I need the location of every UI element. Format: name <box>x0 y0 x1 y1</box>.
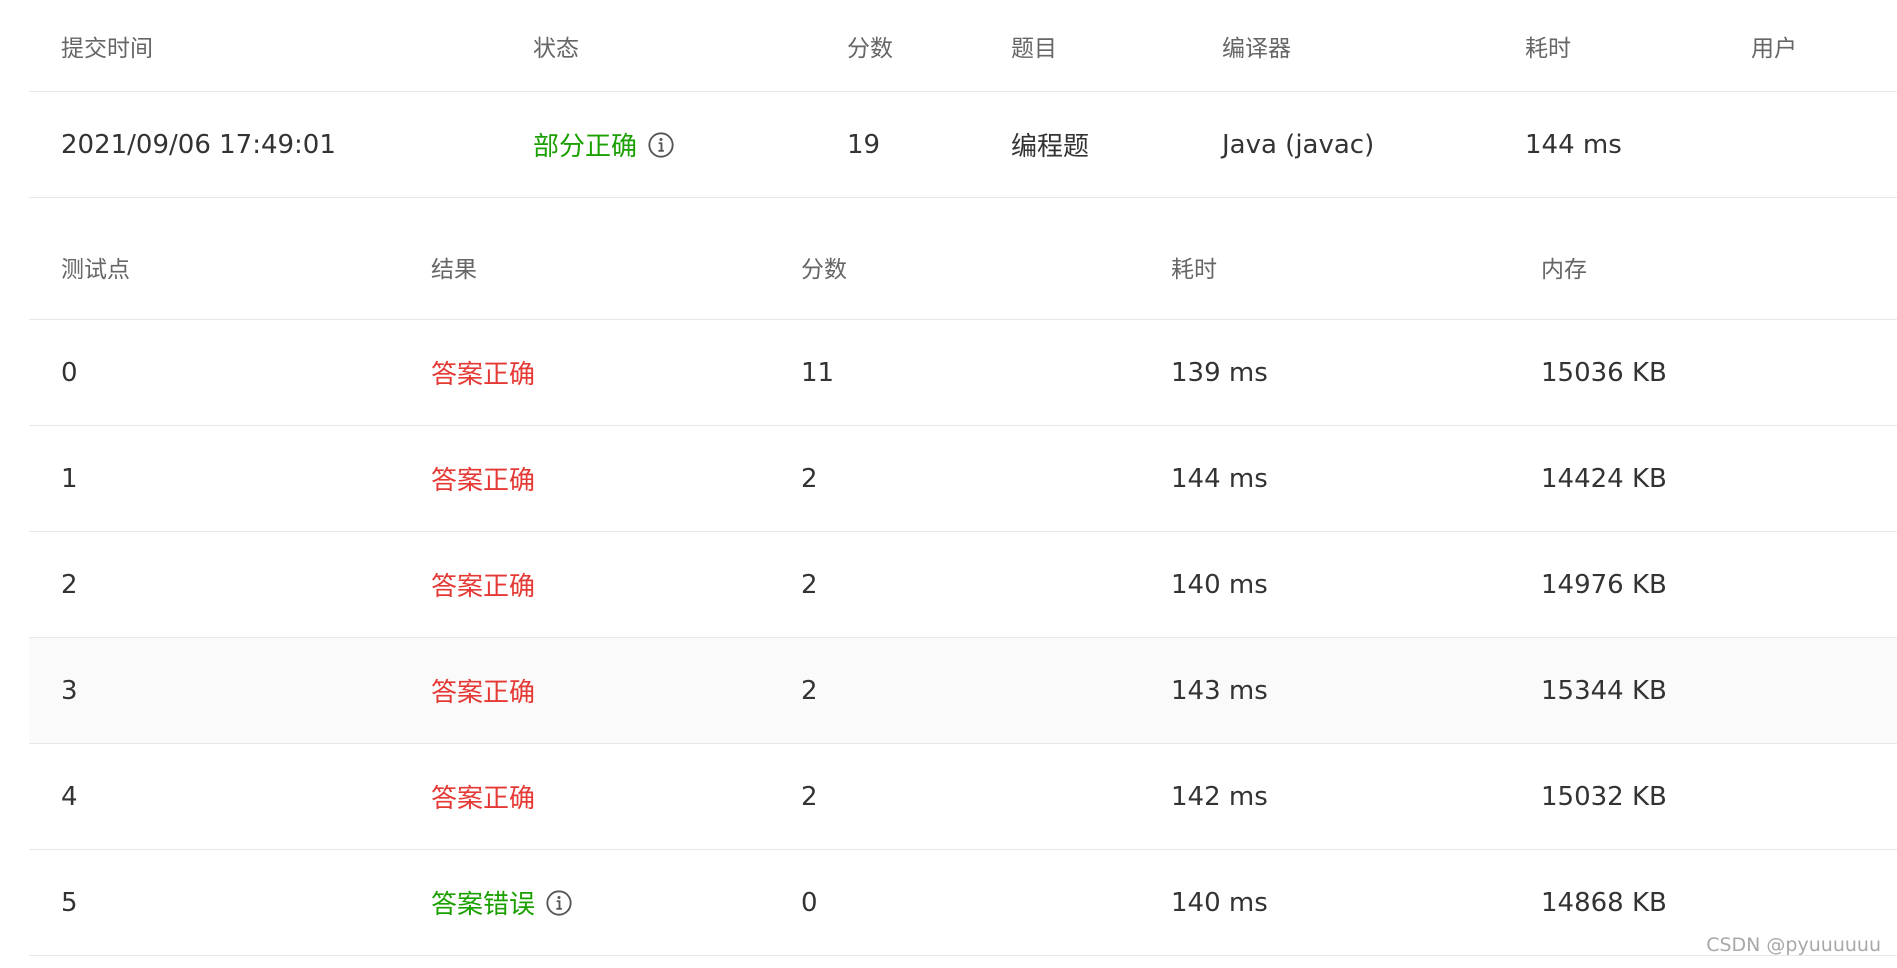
header-memory: 内存 <box>1541 256 1587 283</box>
testcase-result[interactable]: 答案错误 <box>431 850 573 955</box>
table-row: 0 答案正确 11 139 ms 15036 KB <box>29 320 1897 426</box>
testcase-result: 答案正确 <box>431 572 536 602</box>
table-row: 5 答案错误 0 140 ms 14868 KB <box>29 850 1897 956</box>
testcase-id: 4 <box>61 781 78 812</box>
testcase-id: 2 <box>61 569 78 600</box>
header-duration: 耗时 <box>1525 35 1571 62</box>
testcase-header-row: 测试点 结果 分数 耗时 内存 <box>29 214 1897 320</box>
submission-table: 提交时间 状态 分数 题目 编译器 耗时 用户 2021/09/06 17:49… <box>29 0 1897 198</box>
testcase-table: 测试点 结果 分数 耗时 内存 0 答案正确 11 139 ms 15036 K… <box>29 214 1897 956</box>
submission-status[interactable]: 部分正确 <box>533 92 675 197</box>
testcase-memory: 14976 KB <box>1541 569 1667 600</box>
submission-compiler: Java (javac) <box>1222 129 1375 160</box>
header-submit-time: 提交时间 <box>61 35 153 62</box>
testcase-time: 139 ms <box>1171 357 1268 388</box>
testcase-id: 1 <box>61 463 78 494</box>
header-compiler: 编译器 <box>1222 35 1291 62</box>
testcase-time: 144 ms <box>1171 463 1268 494</box>
table-row: 2 答案正确 2 140 ms 14976 KB <box>29 532 1897 638</box>
info-circle-icon[interactable] <box>545 889 573 917</box>
submission-duration: 144 ms <box>1525 129 1622 160</box>
header-problem: 题目 <box>1011 35 1057 62</box>
submission-header-row: 提交时间 状态 分数 题目 编译器 耗时 用户 <box>29 0 1897 92</box>
testcase-score: 11 <box>801 357 835 388</box>
watermark: CSDN @pyuuuuuu <box>1706 934 1881 956</box>
table-row: 4 答案正确 2 142 ms 15032 KB <box>29 744 1897 850</box>
testcase-result: 答案正确 <box>431 678 536 708</box>
testcase-score: 2 <box>801 781 818 812</box>
submission-problem-link[interactable]: 编程题 <box>1011 92 1089 197</box>
testcase-score: 2 <box>801 675 818 706</box>
testcase-result: 答案正确 <box>431 360 536 390</box>
header-tc-time: 耗时 <box>1171 256 1217 283</box>
testcase-memory: 14424 KB <box>1541 463 1667 494</box>
header-user: 用户 <box>1751 35 1797 62</box>
testcase-id: 3 <box>61 675 78 706</box>
table-row: 3 答案正确 2 143 ms 15344 KB <box>29 638 1897 744</box>
testcase-score: 2 <box>801 463 818 494</box>
status-label: 部分正确 <box>533 132 638 162</box>
header-testcase: 测试点 <box>61 256 130 283</box>
testcase-time: 140 ms <box>1171 569 1268 600</box>
testcase-time: 143 ms <box>1171 675 1268 706</box>
testcase-result: 答案正确 <box>431 466 536 496</box>
testcase-memory: 15032 KB <box>1541 781 1667 812</box>
testcase-time: 142 ms <box>1171 781 1268 812</box>
testcase-time: 140 ms <box>1171 887 1268 918</box>
testcase-score: 2 <box>801 569 818 600</box>
testcase-result-label: 答案错误 <box>431 890 536 920</box>
submission-score: 19 <box>847 129 881 160</box>
testcase-memory: 14868 KB <box>1541 887 1667 918</box>
testcase-score: 0 <box>801 887 818 918</box>
testcase-memory: 15036 KB <box>1541 357 1667 388</box>
header-score: 分数 <box>847 35 893 62</box>
submit-time: 2021/09/06 17:49:01 <box>61 129 336 160</box>
header-status: 状态 <box>533 35 579 62</box>
table-row: 1 答案正确 2 144 ms 14424 KB <box>29 426 1897 532</box>
testcase-id: 5 <box>61 887 78 918</box>
header-tc-score: 分数 <box>801 256 847 283</box>
testcase-result: 答案正确 <box>431 784 536 814</box>
submission-row: 2021/09/06 17:49:01 部分正确 19 编程题 Java (ja… <box>29 92 1897 198</box>
testcase-memory: 15344 KB <box>1541 675 1667 706</box>
info-circle-icon[interactable] <box>647 131 675 159</box>
header-result: 结果 <box>431 256 477 283</box>
testcase-id: 0 <box>61 357 78 388</box>
